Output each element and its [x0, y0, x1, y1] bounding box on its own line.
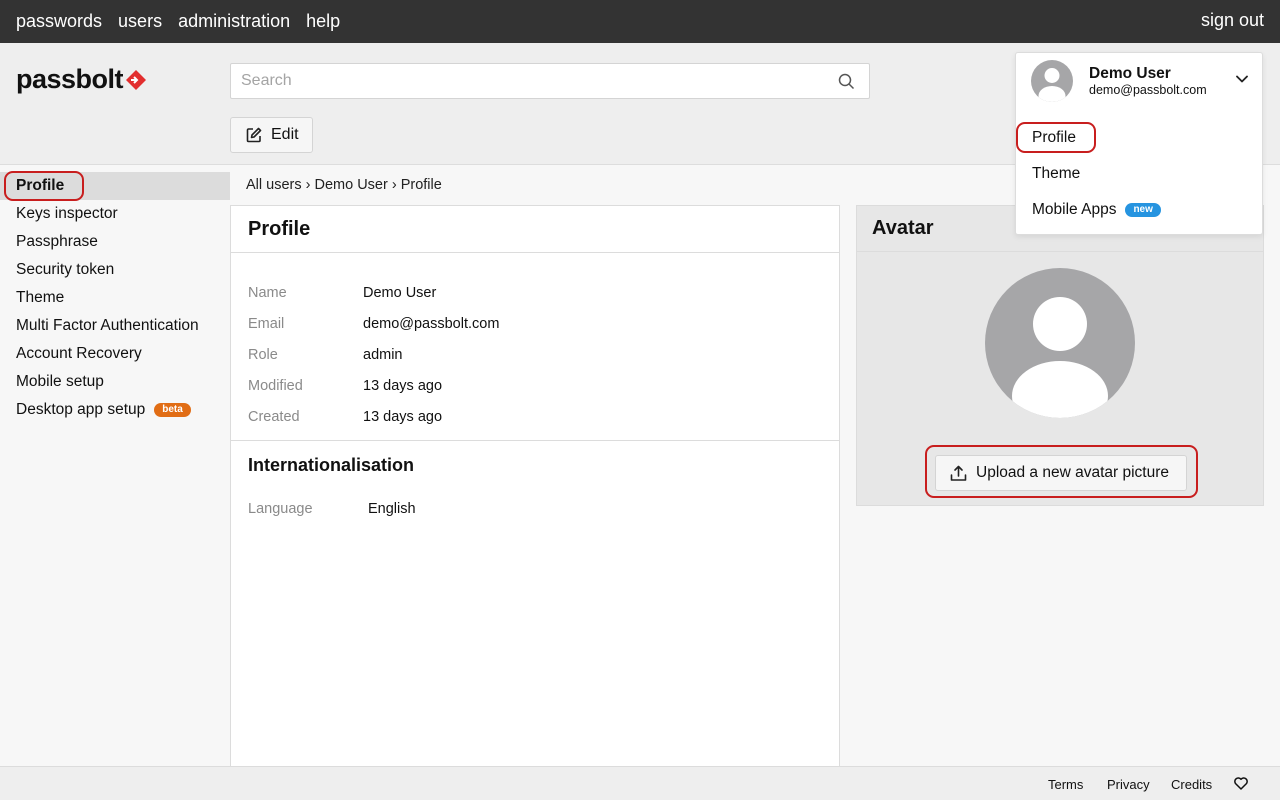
field-value: demo@passbolt.com [363, 315, 500, 332]
profile-row-name: Name Demo User [248, 277, 839, 308]
search-input[interactable] [231, 64, 821, 98]
passbolt-logo[interactable]: passbolt [16, 64, 147, 95]
sidebar: Profile Keys inspector Passphrase Securi… [0, 172, 230, 424]
field-label: Role [248, 346, 278, 363]
language-value: English [368, 501, 416, 517]
internationalisation-title: Internationalisation [248, 455, 415, 475]
user-menu-email: demo@passbolt.com [1089, 83, 1207, 97]
upload-icon [950, 465, 967, 481]
user-menu-item-label: Mobile Apps [1032, 201, 1117, 218]
sidebar-item-label: Desktop app setup [16, 401, 146, 418]
field-label: Modified [248, 377, 303, 394]
sidebar-item-security-token[interactable]: Security token [0, 256, 230, 284]
nav-administration[interactable]: administration [178, 11, 290, 32]
user-avatar-icon[interactable] [1030, 59, 1074, 103]
sidebar-item-passphrase[interactable]: Passphrase [0, 228, 230, 256]
logo-mark-icon [126, 69, 147, 90]
edit-button[interactable]: Edit [230, 117, 313, 153]
chevron-down-icon[interactable] [1236, 75, 1248, 83]
user-menu-dropdown: Demo User demo@passbolt.com Profile Them… [1015, 52, 1263, 235]
search-bar [230, 63, 870, 99]
profile-panel: Profile Name Demo User Email demo@passbo… [230, 205, 840, 767]
footer-credits-link[interactable]: Credits [1171, 777, 1212, 792]
top-navigation: passwords users administration help sign… [0, 0, 1280, 43]
profile-info: Name Demo User Email demo@passbolt.com R… [231, 253, 839, 441]
field-value: 13 days ago [363, 377, 443, 394]
logo-wordmark: passbolt [16, 64, 124, 94]
field-label: Name [248, 284, 287, 301]
field-label: Created [248, 408, 300, 425]
nav-users[interactable]: users [118, 11, 162, 32]
field-value: Demo User [363, 284, 437, 301]
field-value: admin [363, 346, 403, 363]
profile-row-role: Role admin [248, 339, 839, 370]
footer: Terms Privacy Credits [0, 766, 1280, 800]
sidebar-item-keys-inspector[interactable]: Keys inspector [0, 200, 230, 228]
field-label: Email [248, 315, 285, 332]
footer-terms-link[interactable]: Terms [1048, 777, 1083, 792]
profile-row-email: Email demo@passbolt.com [248, 308, 839, 339]
edit-button-label: Edit [271, 126, 299, 143]
user-menu-profile[interactable]: Profile [1032, 129, 1076, 147]
avatar-panel: Avatar Upload a new avatar picture [856, 205, 1264, 506]
edit-icon [246, 127, 262, 143]
user-menu-theme[interactable]: Theme [1032, 165, 1080, 183]
profile-row-modified: Modified 13 days ago [248, 370, 839, 401]
default-avatar-icon [985, 268, 1135, 418]
sidebar-item-theme[interactable]: Theme [0, 284, 230, 312]
beta-badge: beta [154, 403, 191, 417]
sidebar-item-account-recovery[interactable]: Account Recovery [0, 340, 230, 368]
language-row: Language English [231, 476, 839, 517]
user-menu-mobile-apps[interactable]: Mobile Apps new [1032, 201, 1161, 219]
new-badge: new [1125, 203, 1161, 217]
breadcrumb: All users › Demo User › Profile [246, 177, 442, 193]
field-value: 13 days ago [363, 408, 443, 425]
footer-privacy-link[interactable]: Privacy [1107, 777, 1150, 792]
search-icon[interactable] [838, 73, 855, 90]
nav-help[interactable]: help [306, 11, 340, 32]
user-menu-name: Demo User [1089, 65, 1171, 82]
sidebar-item-mobile-setup[interactable]: Mobile setup [0, 368, 230, 396]
profile-row-created: Created 13 days ago [248, 401, 839, 432]
sidebar-item-desktop-app-setup[interactable]: Desktop app setup beta [0, 396, 230, 424]
sidebar-item-mfa[interactable]: Multi Factor Authentication [0, 312, 230, 340]
nav-passwords[interactable]: passwords [16, 11, 102, 32]
profile-title: Profile [231, 206, 839, 253]
sidebar-item-profile[interactable]: Profile [0, 172, 230, 200]
heart-icon[interactable] [1234, 777, 1248, 790]
sign-out-link[interactable]: sign out [1201, 10, 1264, 31]
upload-avatar-button[interactable]: Upload a new avatar picture [935, 455, 1187, 491]
upload-avatar-label: Upload a new avatar picture [976, 464, 1170, 481]
language-label: Language [248, 501, 313, 517]
